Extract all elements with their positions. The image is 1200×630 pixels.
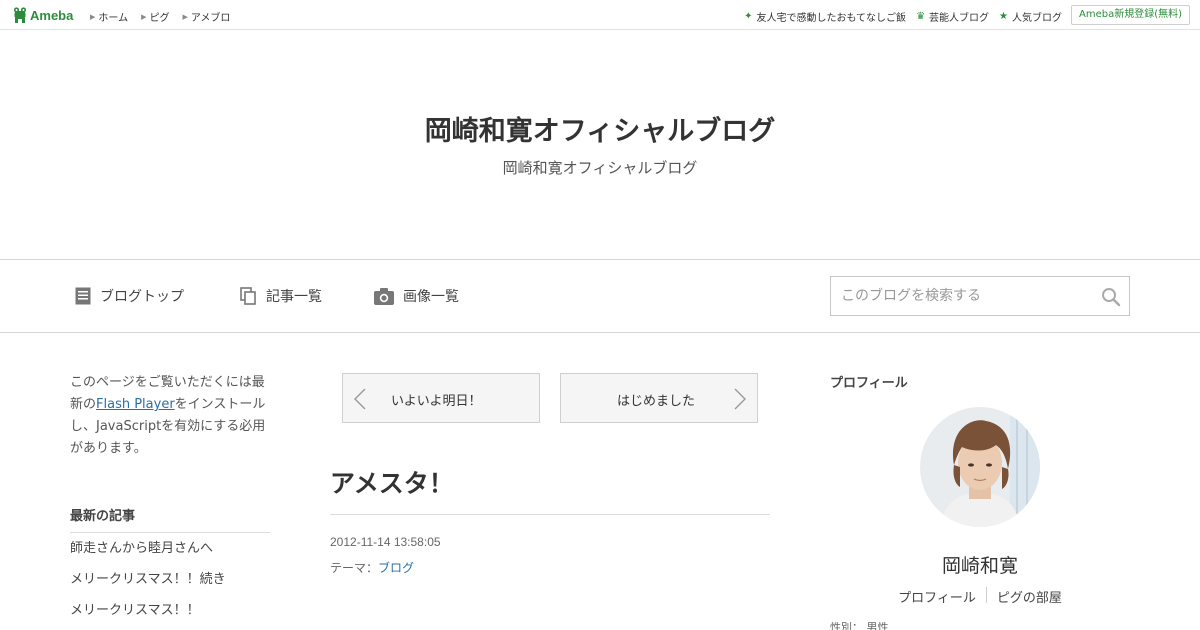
blog-nav: ブログトップ 記事一覧 画像一覧 [0,259,1200,333]
blog-header: 岡崎和寛オフィシャルブログ 岡崎和寛オフィシャルブログ [0,31,1200,259]
ameba-top-bar: Ameba ▶ ホーム ▶ ピグ ▶ アメブロ ✦ 友人宅で感動したおもてなしご飯 ♛ 芸… [0,0,1200,30]
ameba-logo[interactable]: Ameba [13,6,73,24]
nav-image-list[interactable]: 画像一覧 [374,286,459,306]
entry-title[interactable]: アメスタ！ [330,464,454,500]
entry-theme-prefix: テーマ： [330,561,379,575]
nav-entry-list[interactable]: 記事一覧 [240,286,322,306]
ameba-logo-text: Ameba [30,7,74,23]
top-nav-label: ピグ [149,13,170,24]
search-icon[interactable] [1101,287,1121,307]
profile-heading: プロフィール [830,376,908,391]
profile-detail-cut: 性別： 男性 [830,622,889,630]
nav-blog-top[interactable]: ブログトップ [75,286,184,306]
ameba-frog-icon [13,7,27,23]
latest-entries-list: 師走さんから睦月さんへ メリークリスマス！！続き メリークリスマス！！ [70,533,270,626]
flash-notice: このページをご覧いただくには最新のFlash Playerをインストールし、Ja… [70,372,270,460]
caret-right-icon: ▶ [182,12,188,21]
prev-entry-button[interactable]: いよいよ明日！ [342,373,540,423]
flash-player-link[interactable]: Flash Player [96,397,175,412]
entry-theme: テーマ：ブログ [330,559,414,576]
copy-icon [240,287,256,305]
latest-entry-link[interactable]: メリークリスマス！！ [70,595,270,626]
profile-link[interactable]: プロフィール [888,587,986,606]
next-entry-button[interactable]: はじめました [560,373,758,423]
pigg-room-link[interactable]: ピグの部屋 [987,587,1072,606]
nav-label: ブログトップ [100,289,184,305]
latest-entries-heading: 最新の記事 [70,505,270,533]
top-nav: ▶ ホーム ▶ ピグ ▶ アメブロ [90,9,243,25]
top-nav-home[interactable]: ▶ ホーム [90,9,129,25]
top-link-label: 芸能人ブログ [929,13,990,24]
top-links: ✦ 友人宅で感動したおもてなしご飯 ♛ 芸能人ブログ ★ 人気ブログ [734,9,1062,24]
next-entry-label: はじめました [617,394,696,409]
top-link-label: 友人宅で感動したおもてなしご飯 [756,13,907,24]
prev-entry-label: いよいよ明日！ [391,394,482,409]
register-button[interactable]: Ameba新規登録(無料) [1070,5,1190,25]
star-icon: ★ [999,11,1008,22]
top-nav-label: アメブロ [190,13,231,24]
entry-divider [330,514,770,515]
chevron-left-icon [354,388,366,410]
entry-theme-link[interactable]: ブログ [378,561,414,575]
top-link-celebrity[interactable]: ♛ 芸能人ブログ [916,9,989,24]
top-nav-label: ホーム [98,13,129,24]
entry-date: 2012-11-14 13:58:05 [330,535,441,549]
top-link-hospitality[interactable]: ✦ 友人宅で感動したおもてなしご飯 [744,9,906,24]
blog-search [830,276,1130,316]
search-input[interactable] [831,277,1091,315]
blog-description: 岡崎和寛オフィシャルブログ [502,159,698,177]
top-nav-pigg[interactable]: ▶ ピグ [141,9,170,25]
caret-right-icon: ▶ [141,12,147,21]
blog-title[interactable]: 岡崎和寛オフィシャルブログ [0,109,1200,148]
caret-right-icon: ▶ [90,12,96,21]
top-link-label: 人気ブログ [1012,13,1062,24]
top-nav-ameblo[interactable]: ▶ アメブロ [182,9,231,25]
top-link-popular[interactable]: ★ 人気ブログ [999,9,1062,24]
left-sidebar: このページをご覧いただくには最新のFlash Playerをインストールし、Ja… [70,372,270,626]
nav-label: 画像一覧 [403,289,459,305]
nav-label: 記事一覧 [266,289,322,305]
chevron-right-icon [734,388,746,410]
latest-entry-link[interactable]: 師走さんから睦月さんへ [70,533,270,564]
profile-name[interactable]: 岡崎和寛 [830,551,1130,578]
avatar-photo [920,407,1040,527]
profile-links: プロフィール ピグの部屋 [830,587,1130,606]
latest-entry-link[interactable]: メリークリスマス！！続き [70,564,270,595]
avatar[interactable] [920,407,1040,527]
crown-icon: ♛ [916,11,926,22]
sparkle-icon: ✦ [744,11,753,22]
camera-icon [374,287,394,305]
document-icon [75,287,91,305]
